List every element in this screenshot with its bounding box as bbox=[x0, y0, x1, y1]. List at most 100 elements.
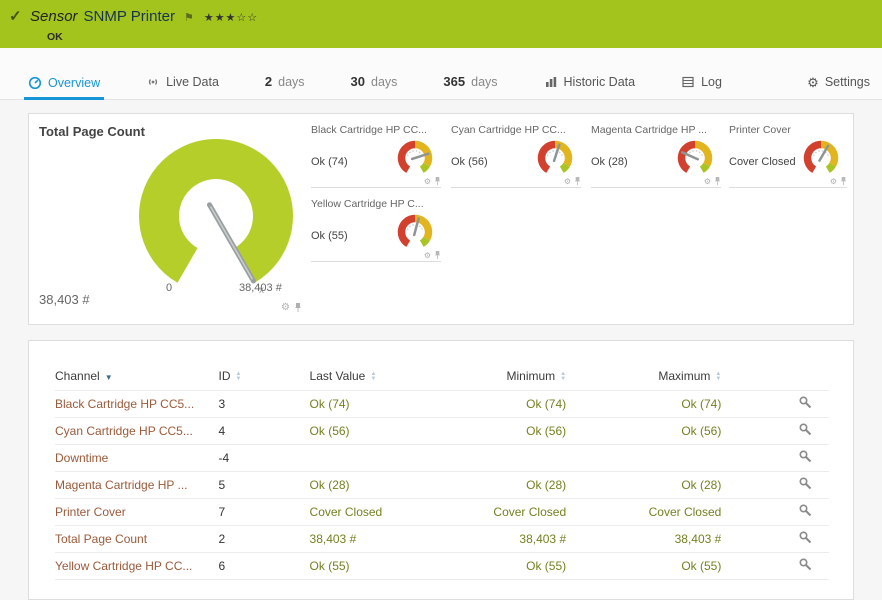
gauge-title: Magenta Cartridge HP ... bbox=[591, 124, 721, 136]
channel-id: 7 bbox=[218, 498, 309, 525]
channel-name[interactable]: Yellow Cartridge HP CC... bbox=[55, 552, 218, 579]
gauge-cell-yellow-cartridge: Yellow Cartridge HP C... Ok (55) ⚙ bbox=[311, 198, 441, 262]
channel-id: 2 bbox=[218, 525, 309, 552]
sort-icon: ▲▼ bbox=[560, 372, 566, 382]
col-label: Last Value bbox=[310, 369, 366, 383]
channel-name[interactable]: Black Cartridge HP CC5... bbox=[55, 390, 218, 417]
table-row[interactable]: Downtime -4 bbox=[55, 444, 829, 471]
minimum-value: Ok (56) bbox=[475, 417, 566, 444]
col-label: Minimum bbox=[507, 369, 556, 383]
edit-channel-icon[interactable] bbox=[798, 422, 813, 437]
total-page-count-gauge: x bbox=[121, 121, 311, 311]
tab-label: Settings bbox=[825, 75, 870, 89]
edit-channel-icon[interactable] bbox=[798, 395, 813, 410]
overview-icon bbox=[28, 76, 42, 90]
gauge-gear-icon[interactable]: ⚙ bbox=[564, 177, 571, 186]
tab-bar: Overview Live Data 2 days 30 days 365 da… bbox=[0, 48, 882, 100]
table-row[interactable]: Cyan Cartridge HP CC5... 4 Ok (56) Ok (5… bbox=[55, 417, 829, 444]
table-row[interactable]: Magenta Cartridge HP ... 5 Ok (28) Ok (2… bbox=[55, 471, 829, 498]
tab-historic-data[interactable]: Historic Data bbox=[540, 75, 640, 99]
edit-channel-icon[interactable] bbox=[798, 557, 813, 572]
col-header-last-value[interactable]: Last Value ▲▼ bbox=[310, 363, 476, 390]
gauge-value: Cover Closed bbox=[729, 156, 796, 168]
col-header-channel[interactable]: Channel▼ bbox=[55, 363, 218, 390]
stars-filled: ★★★ bbox=[204, 12, 237, 24]
tab-label: Overview bbox=[48, 76, 100, 90]
last-value: Ok (56) bbox=[310, 417, 476, 444]
pin-icon[interactable] bbox=[434, 176, 441, 186]
maximum-value: 38,403 # bbox=[566, 525, 721, 552]
status-badge: OK bbox=[47, 31, 63, 43]
channel-id: 3 bbox=[218, 390, 309, 417]
col-header-actions bbox=[721, 363, 829, 390]
col-label: Maximum bbox=[658, 369, 710, 383]
tab-365-days[interactable]: 365 days bbox=[439, 74, 501, 99]
table-row[interactable]: Total Page Count 2 38,403 # 38,403 # 38,… bbox=[55, 525, 829, 552]
edit-channel-icon[interactable] bbox=[798, 530, 813, 545]
maximum-value: Ok (74) bbox=[566, 390, 721, 417]
edit-channel-icon[interactable] bbox=[798, 503, 813, 518]
channel-name[interactable]: Magenta Cartridge HP ... bbox=[55, 471, 218, 498]
table-header-row: Channel▼ ID▲▼ Last Value ▲▼ Minimum ▲▼ Max… bbox=[55, 363, 829, 390]
gauge-value: Ok (56) bbox=[451, 156, 488, 168]
settings-gear-icon: ⚙ bbox=[807, 76, 819, 89]
object-kind-label: Sensor bbox=[30, 8, 78, 25]
gauge-title: Cyan Cartridge HP CC... bbox=[451, 124, 581, 136]
tab-live-data[interactable]: Live Data bbox=[142, 75, 223, 99]
pin-icon[interactable] bbox=[840, 176, 847, 186]
lookup-gauge bbox=[393, 210, 437, 254]
last-value: Ok (28) bbox=[310, 471, 476, 498]
minimum-value: Ok (55) bbox=[475, 552, 566, 579]
pin-icon[interactable] bbox=[714, 176, 721, 186]
gauge-scale-min: 0 bbox=[154, 282, 184, 294]
gauge-gear-icon[interactable]: ⚙ bbox=[424, 177, 431, 186]
edit-channel-icon[interactable] bbox=[798, 449, 813, 464]
edit-channel-icon[interactable] bbox=[798, 476, 813, 491]
priority-stars[interactable]: ★★★☆☆ bbox=[204, 12, 258, 24]
sort-icon: ▲▼ bbox=[715, 372, 721, 382]
channel-name[interactable]: Printer Cover bbox=[55, 498, 218, 525]
gauge-gear-icon[interactable]: ⚙ bbox=[281, 302, 290, 313]
priority-flag-icon: ⚑ bbox=[184, 12, 194, 24]
ok-check-icon: ✓ bbox=[9, 7, 22, 25]
tab-number: 365 bbox=[443, 74, 465, 89]
last-value: 38,403 # bbox=[310, 525, 476, 552]
maximum-value: Ok (28) bbox=[566, 471, 721, 498]
gauge-cell-magenta-cartridge: Magenta Cartridge HP ... Ok (28) ⚙ bbox=[591, 124, 721, 188]
col-header-minimum[interactable]: Minimum ▲▼ bbox=[475, 363, 566, 390]
gauge-cell-printer-cover: Printer Cover Cover Closed ⚙ bbox=[729, 124, 847, 188]
channel-id: 6 bbox=[218, 552, 309, 579]
channel-name[interactable]: Downtime bbox=[55, 444, 218, 471]
tab-overview[interactable]: Overview bbox=[24, 76, 104, 100]
tab-label: days bbox=[371, 75, 397, 89]
last-value: Cover Closed bbox=[310, 498, 476, 525]
gauge-gear-icon[interactable]: ⚙ bbox=[830, 177, 837, 186]
last-value: Ok (55) bbox=[310, 552, 476, 579]
tab-log[interactable]: Log bbox=[677, 75, 726, 99]
tab-2-days[interactable]: 2 days bbox=[261, 74, 309, 99]
gauge-gear-icon[interactable]: ⚙ bbox=[704, 177, 711, 186]
gauge-gear-icon[interactable]: ⚙ bbox=[424, 251, 431, 260]
gauge-title: Yellow Cartridge HP C... bbox=[311, 198, 441, 210]
col-header-id[interactable]: ID▲▼ bbox=[218, 363, 309, 390]
lookup-gauge bbox=[673, 136, 717, 180]
table-row[interactable]: Black Cartridge HP CC5... 3 Ok (74) Ok (… bbox=[55, 390, 829, 417]
table-row[interactable]: Printer Cover 7 Cover Closed Cover Close… bbox=[55, 498, 829, 525]
tab-label: days bbox=[278, 75, 304, 89]
pin-icon[interactable] bbox=[434, 250, 441, 260]
tab-label: Log bbox=[701, 75, 722, 89]
tab-label: days bbox=[471, 75, 497, 89]
tab-settings[interactable]: ⚙ Settings bbox=[803, 75, 874, 99]
sort-icon: ▲▼ bbox=[370, 372, 376, 382]
col-header-maximum[interactable]: Maximum ▲▼ bbox=[566, 363, 721, 390]
last-value: Ok (74) bbox=[310, 390, 476, 417]
table-row[interactable]: Yellow Cartridge HP CC... 6 Ok (55) Ok (… bbox=[55, 552, 829, 579]
minimum-value: 38,403 # bbox=[475, 525, 566, 552]
channel-name[interactable]: Cyan Cartridge HP CC5... bbox=[55, 417, 218, 444]
maximum-value bbox=[566, 444, 721, 471]
gauge-value: Ok (55) bbox=[311, 230, 348, 242]
pin-icon[interactable] bbox=[294, 302, 302, 313]
channel-name[interactable]: Total Page Count bbox=[55, 525, 218, 552]
pin-icon[interactable] bbox=[574, 176, 581, 186]
tab-30-days[interactable]: 30 days bbox=[347, 74, 402, 99]
